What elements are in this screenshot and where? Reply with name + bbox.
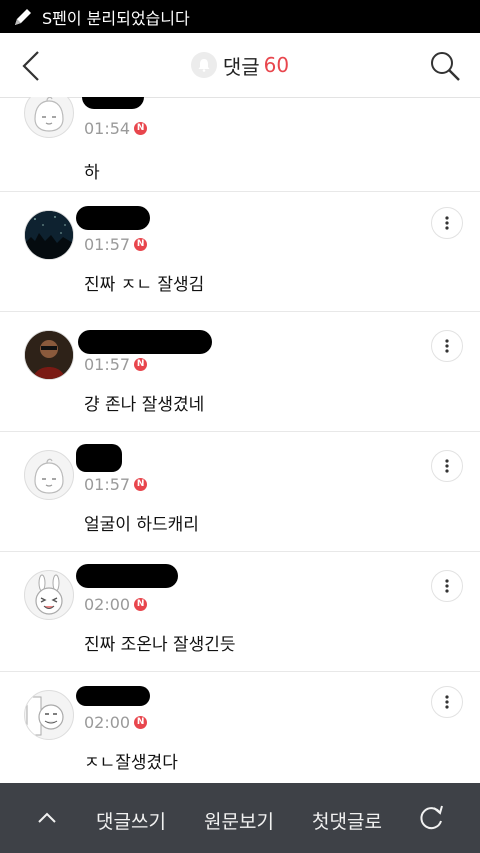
write-comment-button[interactable]: 댓글쓰기 <box>96 807 166 834</box>
time-text: 01:54 <box>84 119 131 138</box>
avatar[interactable] <box>24 570 74 620</box>
comment-item: 01:57 N 걍 존나 잘생겼네 <box>0 312 480 432</box>
comment-time: 02:00 N <box>84 713 148 732</box>
more-options-button[interactable] <box>431 330 463 362</box>
more-options-icon <box>445 459 449 473</box>
comment-text: 얼굴이 하드캐리 <box>84 515 199 535</box>
redacted-username <box>78 330 212 354</box>
comment-text: ㅈㄴ잘생겼다 <box>84 753 178 773</box>
more-options-icon <box>445 695 449 709</box>
status-bar: S펜이 분리되었습니다 <box>0 0 480 33</box>
new-badge: N <box>134 122 148 135</box>
more-options-button[interactable] <box>431 207 463 239</box>
avatar[interactable] <box>24 210 74 260</box>
default-profile-icon <box>34 458 64 494</box>
avatar[interactable] <box>24 330 74 380</box>
search-icon[interactable] <box>428 49 462 83</box>
comment-time: 01:54 N <box>84 119 148 138</box>
time-text: 02:00 <box>84 713 131 732</box>
status-text: S펜이 분리되었습니다 <box>42 8 190 28</box>
comment-time: 01:57 N <box>84 475 148 494</box>
more-options-button[interactable] <box>431 686 463 718</box>
redacted-username <box>76 444 122 472</box>
comment-item: 01:54 N 하 <box>0 97 480 192</box>
comment-item: 01:57 N 진짜 ㅈㄴ 잘생김 <box>0 192 480 312</box>
refresh-icon[interactable] <box>418 803 446 831</box>
new-badge: N <box>134 358 148 371</box>
avatar[interactable] <box>24 97 74 138</box>
avatar[interactable] <box>24 450 74 500</box>
avatar[interactable] <box>24 690 74 740</box>
bunny-profile-icon <box>35 574 63 615</box>
new-badge: N <box>134 478 148 491</box>
comment-item: 01:57 N 얼굴이 하드캐리 <box>0 432 480 552</box>
pen-icon <box>15 8 31 25</box>
peeking-profile-icon <box>26 696 64 736</box>
time-text: 02:00 <box>84 595 131 614</box>
time-text: 01:57 <box>84 475 131 494</box>
bottom-toolbar: 댓글쓰기 원문보기 첫댓글로 <box>0 783 480 853</box>
new-badge: N <box>134 716 148 729</box>
avatar-image <box>25 331 73 379</box>
new-badge: N <box>134 238 148 251</box>
comment-time: 01:57 N <box>84 235 148 254</box>
more-options-button[interactable] <box>431 570 463 602</box>
redacted-username <box>76 564 178 588</box>
header-title-group: 댓글 60 <box>0 33 480 97</box>
time-text: 01:57 <box>84 235 131 254</box>
page-title: 댓글 <box>222 54 260 79</box>
more-options-icon <box>445 579 449 593</box>
comment-item: 02:00 N ㅈㄴ잘생겼다 <box>0 672 480 783</box>
redacted-username <box>82 97 144 109</box>
chevron-up-icon[interactable] <box>34 805 60 831</box>
comment-text: 걍 존나 잘생겼네 <box>84 395 205 415</box>
more-options-icon <box>445 339 449 353</box>
comment-text: 진짜 ㅈㄴ 잘생김 <box>84 275 205 295</box>
header: 댓글 60 <box>0 33 480 98</box>
default-profile-icon <box>34 97 64 132</box>
comment-time: 01:57 N <box>84 355 148 374</box>
comment-text: 진짜 조온나 잘생긴듯 <box>84 635 236 655</box>
more-options-icon <box>445 216 449 230</box>
comment-item: 02:00 N 진짜 조온나 잘생긴듯 <box>0 552 480 672</box>
more-options-button[interactable] <box>431 450 463 482</box>
comment-time: 02:00 N <box>84 595 148 614</box>
redacted-username <box>76 686 150 706</box>
view-original-button[interactable]: 원문보기 <box>204 807 274 834</box>
time-text: 01:57 <box>84 355 131 374</box>
bell-icon[interactable] <box>190 52 217 78</box>
first-comment-button[interactable]: 첫댓글로 <box>312 807 382 834</box>
new-badge: N <box>134 598 148 611</box>
avatar-image <box>25 211 73 259</box>
comment-list[interactable]: 01:54 N 하 01:57 N 진짜 ㅈㄴ 잘생김 01:57 N 걍 존나… <box>0 97 480 783</box>
comment-text: 하 <box>84 163 100 183</box>
redacted-username <box>76 206 150 230</box>
comment-count: 60 <box>263 53 290 77</box>
